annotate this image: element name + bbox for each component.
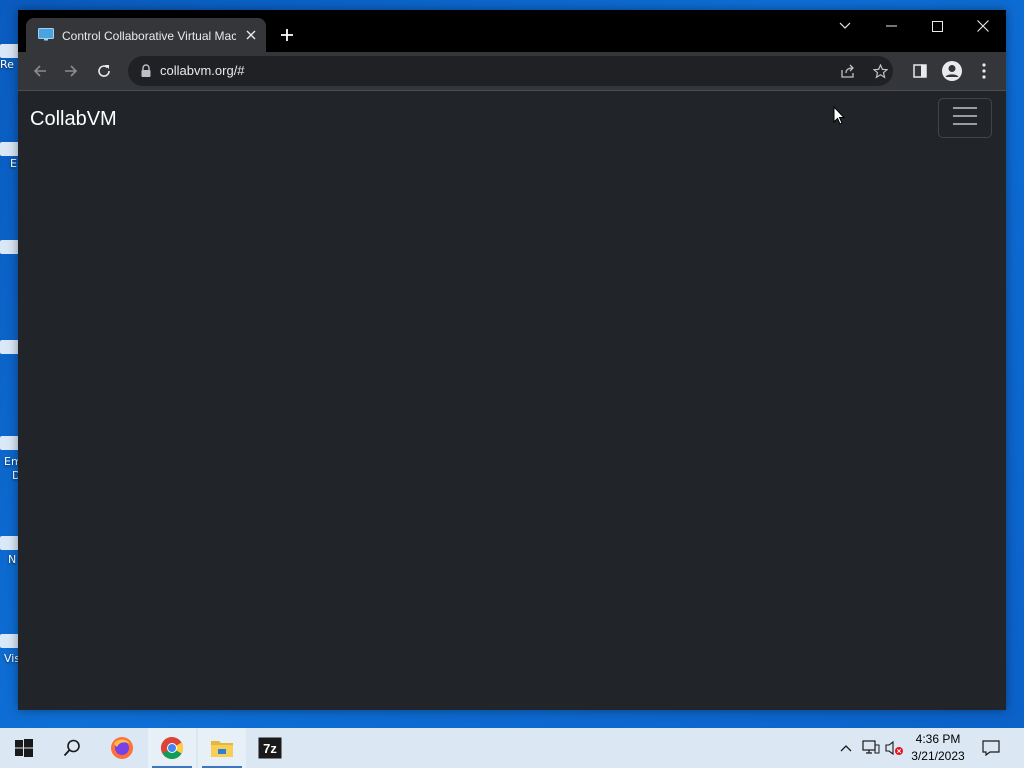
close-icon[interactable] xyxy=(242,26,260,44)
desktop-icon-label: Re xyxy=(0,58,14,71)
navbar-toggler-button[interactable] xyxy=(938,98,992,138)
start-icon[interactable] xyxy=(0,728,48,768)
file-explorer-icon[interactable] xyxy=(198,728,246,768)
maximize-icon[interactable] xyxy=(914,10,960,42)
forward-arrow-icon[interactable] xyxy=(59,59,83,83)
star-icon[interactable] xyxy=(868,59,892,83)
desktop-icon[interactable] xyxy=(0,240,20,254)
side-panel-icon[interactable] xyxy=(908,59,932,83)
taskbar-clock[interactable]: 4:36 PM 3/21/2023 xyxy=(904,731,972,765)
7zip-label: 7z xyxy=(263,741,277,756)
minimize-icon[interactable] xyxy=(868,10,914,42)
kebab-menu-icon[interactable] xyxy=(972,59,996,83)
desktop-icon[interactable] xyxy=(0,436,20,450)
tab-title: Control Collaborative Virtual Machines xyxy=(62,29,236,43)
desktop-icon[interactable] xyxy=(0,142,20,156)
plus-icon[interactable] xyxy=(276,24,298,46)
browser-toolbar: collabvm.org/# xyxy=(18,52,1006,90)
search-icon[interactable] xyxy=(48,728,96,768)
volume-muted-icon[interactable] xyxy=(884,738,904,758)
taskbar: 7z 4:36 PM 3/21/2023 xyxy=(0,728,1024,768)
desktop-icon[interactable] xyxy=(0,536,20,550)
share-icon[interactable] xyxy=(836,59,860,83)
notification-icon[interactable] xyxy=(981,738,1001,758)
browser-window: Control Collaborative Virtual Machines xyxy=(18,10,1006,710)
profile-icon[interactable] xyxy=(940,59,964,83)
address-bar[interactable]: collabvm.org/# xyxy=(128,56,893,86)
firefox-icon[interactable] xyxy=(98,728,146,768)
desktop-icon[interactable] xyxy=(0,634,20,648)
clock-time: 4:36 PM xyxy=(915,732,961,746)
clock-date: 3/21/2023 xyxy=(911,749,965,763)
page-content: CollabVM xyxy=(18,91,1006,710)
close-icon[interactable] xyxy=(960,10,1006,42)
mouse-cursor-icon xyxy=(833,105,846,126)
chrome-icon[interactable] xyxy=(148,728,196,768)
back-arrow-icon[interactable] xyxy=(28,59,52,83)
url-text[interactable]: collabvm.org/# xyxy=(160,63,245,79)
desktop-icon-label: E xyxy=(10,157,17,170)
desktop-icon-label: N xyxy=(8,553,17,566)
browser-tab[interactable]: Control Collaborative Virtual Machines xyxy=(26,18,266,52)
browser-titlebar: Control Collaborative Virtual Machines xyxy=(18,10,1006,52)
chevron-down-icon[interactable] xyxy=(822,10,868,42)
monitor-icon xyxy=(38,28,54,41)
desktop-icon[interactable] xyxy=(0,340,20,354)
navbar-brand[interactable]: CollabVM xyxy=(30,107,117,131)
7zip-icon[interactable]: 7z xyxy=(246,728,294,768)
desktop-icon[interactable] xyxy=(0,44,20,58)
chevron-up-icon[interactable] xyxy=(836,738,856,758)
lock-icon[interactable] xyxy=(140,64,152,78)
hamburger-icon xyxy=(952,106,978,131)
reload-icon[interactable] xyxy=(92,59,116,83)
network-icon[interactable] xyxy=(861,738,881,758)
